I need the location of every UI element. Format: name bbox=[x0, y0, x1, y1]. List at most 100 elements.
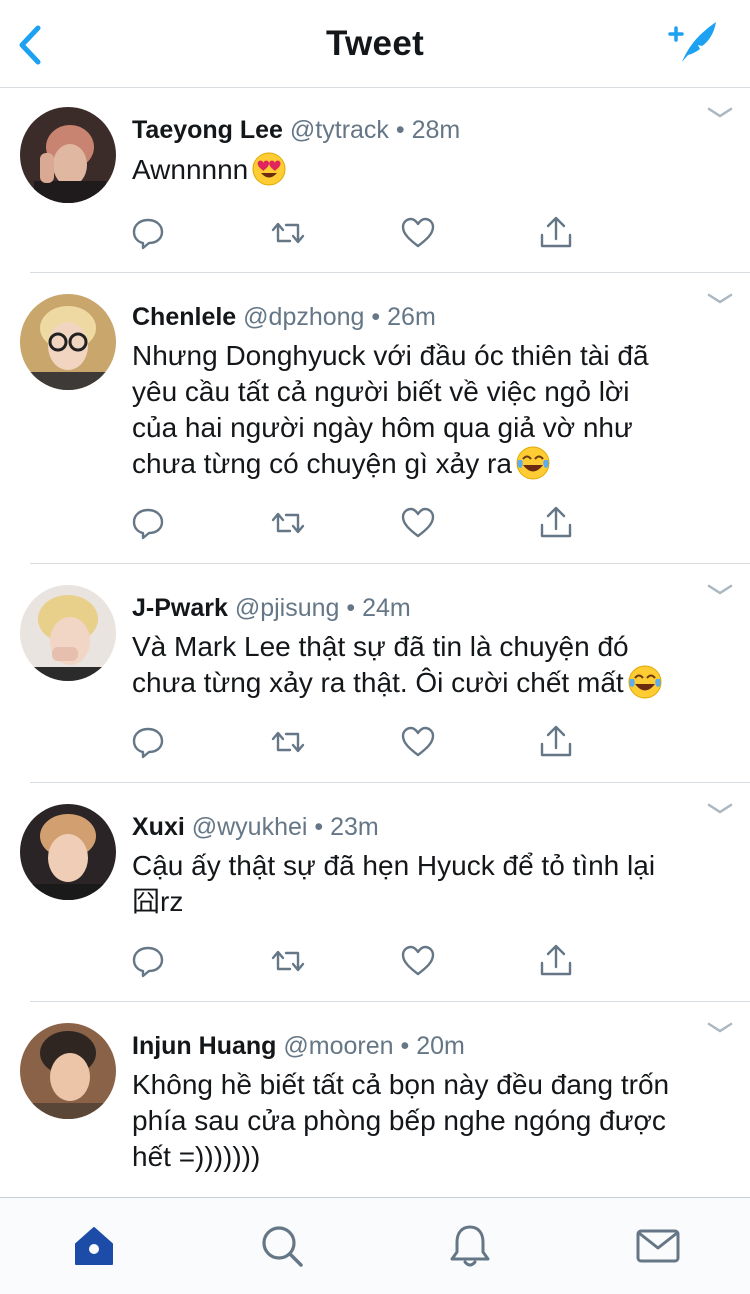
like-button[interactable] bbox=[400, 505, 436, 541]
timestamp: 20m bbox=[416, 1032, 465, 1060]
reply-button[interactable] bbox=[130, 215, 166, 251]
tweet-item[interactable]: Taeyong Lee @tytrack • 28m Awnnnnn bbox=[0, 89, 750, 273]
separator-dot: • bbox=[314, 813, 324, 841]
tweet-text: Cậu ấy thật sự đã hẹn Hyuck để tỏ tình l… bbox=[132, 848, 732, 920]
retweet-icon bbox=[271, 512, 305, 534]
avatar[interactable] bbox=[20, 585, 116, 681]
tweet-header: Chenlele @dpzhong • 26m bbox=[132, 302, 436, 332]
avatar[interactable] bbox=[20, 804, 116, 900]
chevron-down-icon bbox=[707, 1022, 733, 1033]
tweet-text-line: phía sau cửa phòng bếp nghe ngóng được bbox=[132, 1105, 666, 1136]
avatar[interactable] bbox=[20, 107, 116, 203]
like-button[interactable] bbox=[400, 724, 436, 760]
separator-dot: • bbox=[371, 303, 381, 331]
share-button[interactable] bbox=[538, 505, 574, 541]
tears-of-joy-emoji bbox=[516, 446, 550, 480]
tweet-menu-caret[interactable] bbox=[706, 582, 734, 598]
user-handle[interactable]: @pjisung bbox=[235, 594, 340, 622]
reply-icon bbox=[132, 508, 164, 540]
tweet-header: Xuxi @wyukhei • 23m bbox=[132, 812, 379, 842]
page-title: Tweet bbox=[325, 24, 425, 63]
messages-icon bbox=[636, 1229, 680, 1263]
notifications-icon bbox=[450, 1225, 490, 1267]
reply-button[interactable] bbox=[130, 505, 166, 541]
top-navigation-bar: Tweet bbox=[0, 0, 750, 88]
tweet-thread[interactable]: Taeyong Lee @tytrack • 28m Awnnnnn Chenl… bbox=[0, 89, 750, 1197]
like-icon bbox=[401, 945, 435, 976]
tears-of-joy-emoji bbox=[628, 665, 662, 699]
timestamp: 28m bbox=[411, 116, 461, 144]
tweet-text: Awnnnnn bbox=[132, 152, 732, 188]
timestamp: 23m bbox=[330, 813, 379, 841]
user-handle[interactable]: @mooren bbox=[283, 1032, 393, 1060]
tweet-menu-caret[interactable] bbox=[706, 291, 734, 307]
compose-tweet-button[interactable] bbox=[668, 18, 720, 66]
tab-notifications[interactable] bbox=[446, 1222, 494, 1270]
avatar[interactable] bbox=[20, 1023, 116, 1119]
reply-icon bbox=[132, 218, 164, 250]
reply-button[interactable] bbox=[130, 943, 166, 979]
separator-dot: • bbox=[346, 594, 356, 622]
tweet-menu-caret[interactable] bbox=[706, 105, 734, 121]
timestamp: 24m bbox=[362, 594, 411, 622]
tweet-header: J-Pwark @pjisung • 24m bbox=[132, 593, 411, 623]
user-handle[interactable]: @dpzhong bbox=[243, 303, 364, 331]
like-icon bbox=[401, 507, 435, 538]
share-button[interactable] bbox=[538, 724, 574, 760]
share-button[interactable] bbox=[538, 215, 574, 251]
separator-dot: • bbox=[400, 1032, 410, 1060]
tweet-text: Không hề biết tất cả bọn này đều đang tr… bbox=[132, 1067, 732, 1175]
retweet-icon bbox=[271, 950, 305, 972]
display-name[interactable]: J-Pwark bbox=[132, 594, 228, 622]
retweet-icon bbox=[271, 222, 305, 244]
tab-home[interactable] bbox=[70, 1222, 118, 1270]
search-icon bbox=[262, 1226, 303, 1267]
tweet-text-line: Nhưng Donghyuck với đầu óc thiên tài đã bbox=[132, 340, 649, 371]
tweet-item[interactable]: J-Pwark @pjisung • 24m Và Mark Lee thật … bbox=[0, 564, 750, 783]
tweet-text-line: Và Mark Lee thật sự đã tin là chuyện đó bbox=[132, 631, 629, 662]
tweet-item[interactable]: Xuxi @wyukhei • 23m Cậu ấy thật sự đã hẹ… bbox=[0, 783, 750, 1002]
tweet-text-line: yêu cầu tất cả người biết về việc ngỏ lờ… bbox=[132, 376, 630, 407]
user-handle[interactable]: @wyukhei bbox=[192, 813, 308, 841]
tab-search[interactable] bbox=[258, 1222, 306, 1270]
timestamp: 26m bbox=[387, 303, 436, 331]
avatar[interactable] bbox=[20, 294, 116, 390]
tweet-text-line: chưa từng xảy ra thật. Ôi cười chết mất bbox=[132, 665, 732, 701]
retweet-icon bbox=[271, 731, 305, 753]
display-name[interactable]: Xuxi bbox=[132, 813, 185, 841]
share-button[interactable] bbox=[538, 943, 574, 979]
tweet-item[interactable]: Chenlele @dpzhong • 26m Nhưng Donghyuck … bbox=[0, 273, 750, 564]
tweet-text: Và Mark Lee thật sự đã tin là chuyện đó … bbox=[132, 629, 732, 701]
share-icon bbox=[540, 216, 572, 248]
retweet-button[interactable] bbox=[270, 215, 306, 251]
retweet-button[interactable] bbox=[270, 943, 306, 979]
tweet-header: Injun Huang @mooren • 20m bbox=[132, 1031, 465, 1061]
tweet-actions bbox=[0, 215, 750, 255]
tweet-text-line: Không hề biết tất cả bọn này đều đang tr… bbox=[132, 1069, 670, 1100]
tweet-menu-caret[interactable] bbox=[706, 801, 734, 817]
like-button[interactable] bbox=[400, 215, 436, 251]
chevron-down-icon bbox=[707, 293, 733, 304]
tweet-text-line: chưa từng có chuyện gì xảy ra bbox=[132, 446, 732, 482]
chevron-down-icon bbox=[707, 803, 733, 814]
display-name[interactable]: Taeyong Lee bbox=[132, 116, 283, 144]
user-handle[interactable]: @tytrack bbox=[290, 116, 389, 144]
like-icon bbox=[401, 726, 435, 757]
tweet-item[interactable]: Injun Huang @mooren • 20m Không hề biết … bbox=[0, 1002, 750, 1197]
reply-button[interactable] bbox=[130, 724, 166, 760]
retweet-button[interactable] bbox=[270, 505, 306, 541]
tab-messages[interactable] bbox=[634, 1222, 682, 1270]
retweet-button[interactable] bbox=[270, 724, 306, 760]
display-name[interactable]: Chenlele bbox=[132, 303, 236, 331]
tweet-menu-caret[interactable] bbox=[706, 1020, 734, 1036]
tweet-text-line: hết =))))))) bbox=[132, 1141, 261, 1172]
share-icon bbox=[540, 944, 572, 976]
separator-dot: • bbox=[395, 116, 405, 144]
heart-eyes-emoji bbox=[252, 152, 286, 186]
tweet-actions bbox=[0, 943, 750, 983]
chevron-down-icon bbox=[707, 584, 733, 595]
reply-icon bbox=[132, 727, 164, 759]
reply-icon bbox=[132, 946, 164, 978]
display-name[interactable]: Injun Huang bbox=[132, 1032, 276, 1060]
like-button[interactable] bbox=[400, 943, 436, 979]
